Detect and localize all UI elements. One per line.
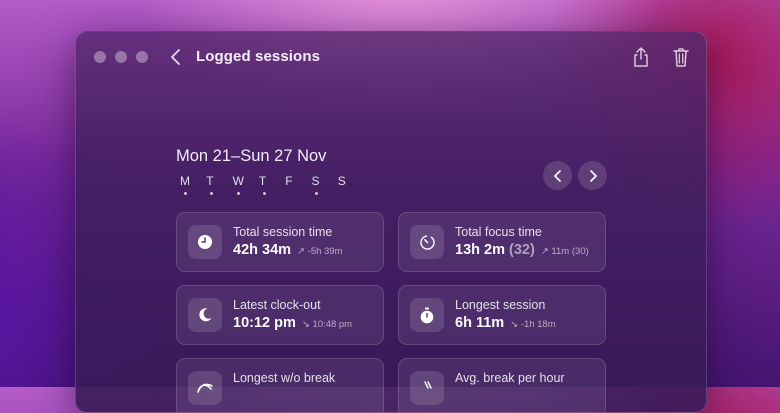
weekday-letter: T (206, 174, 214, 188)
trend-arrow-icon: ↘ (510, 319, 519, 330)
stat-card-longest-session[interactable]: Longest session 6h 11m ↘ -1h 18m (398, 285, 606, 345)
stat-delta-text: 11m (30) (551, 246, 589, 257)
trend-arrow-icon: ↘ (301, 319, 310, 330)
weekday-strip: M T W T F S S (176, 174, 360, 195)
stat-value: 6h 11m ↘ -1h 18m (455, 315, 556, 331)
moon-icon (188, 298, 222, 332)
stat-value: 10:12 pm ↘ 10:48 pm (233, 315, 352, 331)
stat-value-text: 13h 2m (455, 242, 505, 258)
weekday-letter: M (180, 174, 190, 188)
stopwatch-icon (410, 298, 444, 332)
weekday-letter: T (258, 174, 267, 188)
stat-delta: ↘ 10:48 pm (302, 319, 352, 330)
stat-value: 42h 34m ↗ -5h 39m (233, 242, 343, 258)
logged-dot (236, 192, 240, 195)
app-window: Logged sessions Mon 21–Sun 27 Nov M T W … (75, 31, 707, 413)
stat-card-total-session-time[interactable]: Total session time 42h 34m ↗ -5h 39m (176, 212, 384, 272)
previous-week-button[interactable] (543, 161, 572, 190)
stat-card-latest-clock-out[interactable]: Latest clock-out 10:12 pm ↘ 10:48 pm (176, 285, 384, 345)
logged-dot (210, 192, 214, 195)
stat-label: Latest clock-out (233, 298, 321, 312)
logged-dot (262, 192, 266, 195)
stat-label: Longest w/o break (233, 371, 336, 385)
stat-value-text: 42h 34m (233, 242, 292, 258)
stat-delta: ↗ 11m (30) (541, 246, 589, 257)
zoom-window-button[interactable] (136, 51, 148, 63)
stat-label: Avg. break per hour (455, 371, 565, 385)
week-range-title: Mon 21–Sun 27 Nov (176, 147, 327, 165)
share-icon[interactable] (631, 46, 651, 68)
weekday-letter: W (232, 174, 244, 188)
chevron-left-icon (553, 169, 561, 182)
weekday-thu[interactable]: T (255, 174, 281, 195)
trend-arrow-icon: ↗ (297, 246, 306, 257)
weekday-fri[interactable]: F (281, 174, 307, 188)
chevron-right-icon (589, 169, 597, 182)
trend-arrow-icon: ↗ (540, 246, 549, 257)
window-controls (94, 51, 148, 63)
page-title: Logged sessions (196, 48, 321, 65)
stat-label: Total focus time (455, 225, 542, 239)
clock-icon (188, 225, 222, 259)
stat-card-total-focus-time[interactable]: Total focus time 13h 2m (32) ↗ 11m (30) (398, 212, 606, 272)
stat-delta-text: -1h 18m (520, 319, 556, 330)
stat-label: Longest session (455, 298, 546, 312)
weekday-sun[interactable]: S (334, 174, 360, 188)
back-chevron-icon[interactable] (168, 47, 184, 67)
weekday-tue[interactable]: T (202, 174, 228, 195)
weekday-mon[interactable]: M (176, 174, 202, 195)
minimize-window-button[interactable] (115, 51, 127, 63)
stat-delta-text: -5h 39m (307, 246, 343, 257)
stat-delta: ↘ -1h 18m (510, 319, 555, 330)
weekday-letter: S (311, 174, 320, 188)
weekday-letter: F (285, 174, 293, 188)
waves-icon (188, 371, 222, 405)
stat-value-text: 10:12 pm (233, 315, 296, 331)
logged-dot (315, 192, 319, 195)
trash-icon[interactable] (671, 46, 691, 68)
close-window-button[interactable] (94, 51, 106, 63)
timer-icon (410, 225, 444, 259)
stat-card-longest-without-break[interactable]: Longest w/o break (176, 358, 384, 412)
stat-value-text: 6h 11m (455, 315, 505, 331)
weekday-wed[interactable]: W (229, 174, 255, 195)
stat-delta: ↗ -5h 39m (297, 246, 342, 257)
stat-value: 13h 2m (32) ↗ 11m (30) (455, 242, 589, 258)
stat-label: Total session time (233, 225, 333, 239)
logged-dot (184, 192, 187, 195)
stat-delta-text: 10:48 pm (312, 319, 353, 330)
cup-icon (410, 371, 444, 405)
next-week-button[interactable] (578, 161, 607, 190)
stat-count: (32) (509, 242, 535, 258)
weekday-sat[interactable]: S (307, 174, 333, 195)
stat-card-avg-break-per-hour[interactable]: Avg. break per hour (398, 358, 606, 412)
weekday-letter: S (337, 174, 346, 188)
